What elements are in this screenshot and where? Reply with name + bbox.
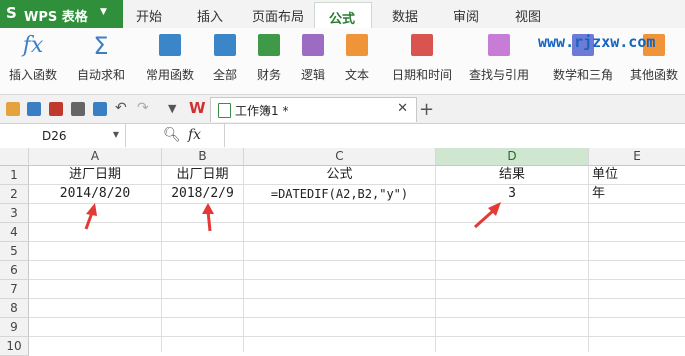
arrow-b2-head <box>202 203 214 214</box>
arrow-a2-head <box>86 203 97 216</box>
arrow-d2 <box>473 208 496 229</box>
annotation-arrows <box>84 202 501 232</box>
grid-lines <box>29 202 685 352</box>
